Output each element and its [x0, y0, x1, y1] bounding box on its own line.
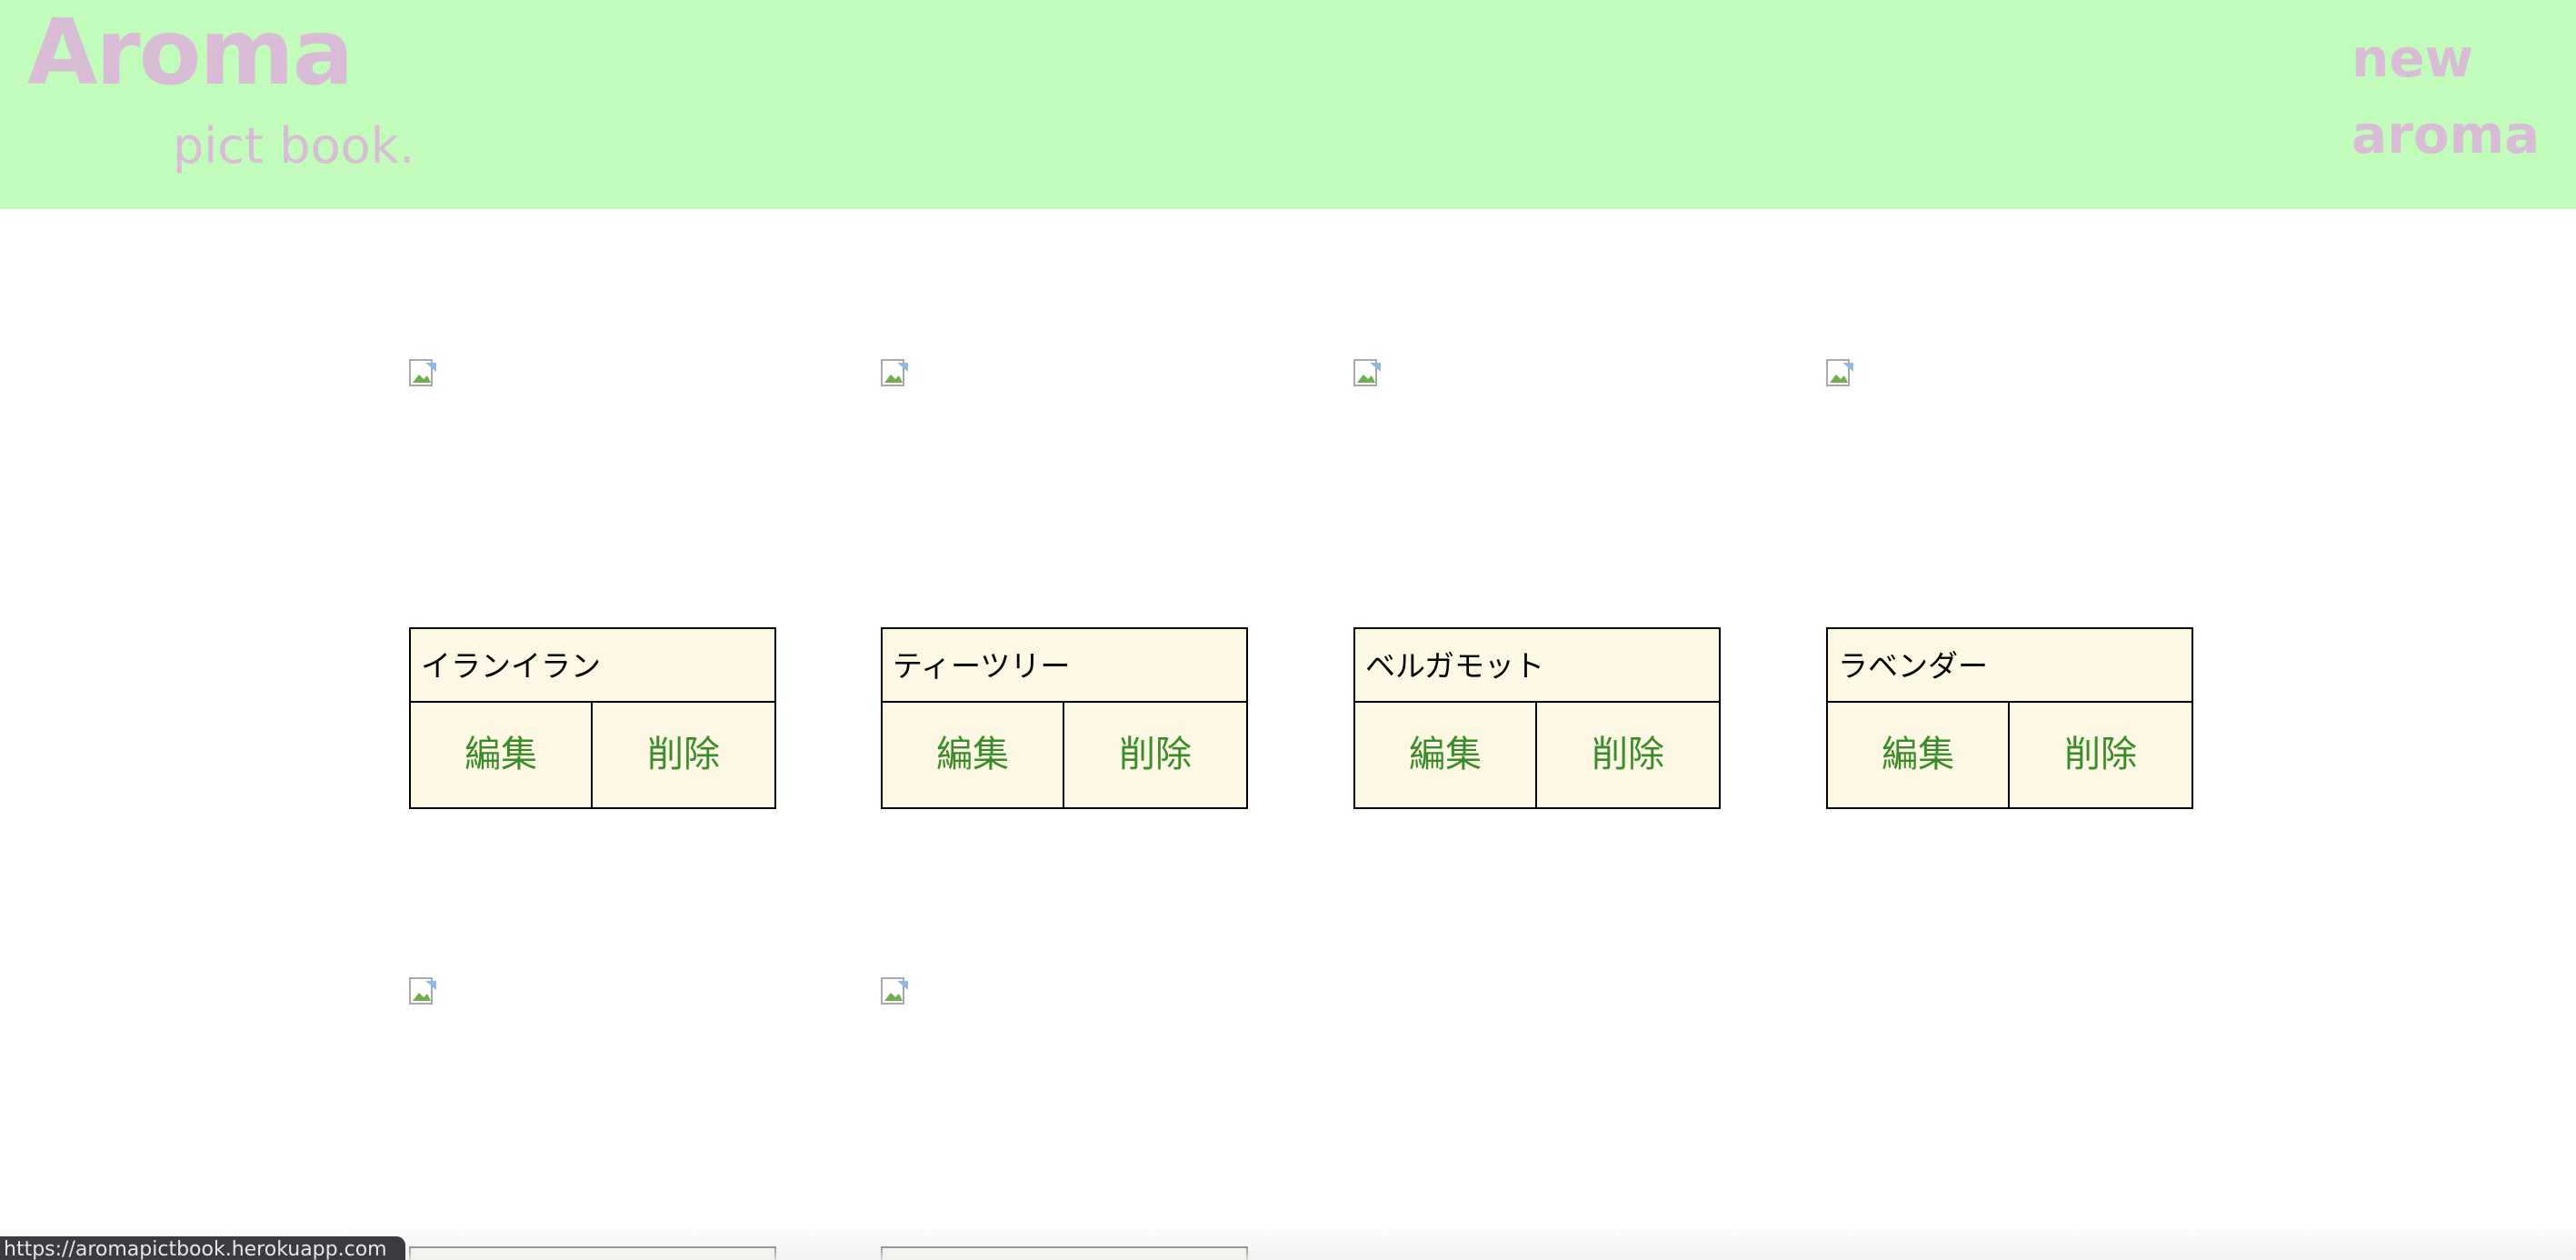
- edit-button[interactable]: 編集: [1828, 703, 2010, 807]
- broken-image-icon[interactable]: [1353, 359, 1383, 388]
- delete-button[interactable]: 削除: [2010, 703, 2192, 807]
- aroma-card: イランイラン 編集 削除: [409, 627, 776, 809]
- site-logo-title[interactable]: Aroma: [27, 0, 354, 105]
- aroma-name: ベルガモット: [1355, 629, 1719, 703]
- broken-image-icon[interactable]: [1826, 359, 1855, 388]
- edit-button[interactable]: 編集: [411, 703, 593, 807]
- edit-button[interactable]: 編集: [1355, 703, 1537, 807]
- status-bar-url: https://aromapictbook.herokuapp.com: [0, 1236, 405, 1260]
- new-aroma-link[interactable]: new aroma: [2351, 20, 2561, 173]
- aroma-name: ティーツリー: [883, 629, 1246, 703]
- broken-image-icon[interactable]: [881, 977, 910, 1006]
- delete-button[interactable]: 削除: [593, 703, 774, 807]
- aroma-name: イランイラン: [411, 629, 774, 703]
- delete-button[interactable]: 削除: [1064, 703, 1246, 807]
- aroma-card: [409, 1246, 776, 1260]
- edit-button[interactable]: 編集: [883, 703, 1064, 807]
- aroma-name: ラベンダー: [1828, 629, 2192, 703]
- broken-image-icon[interactable]: [881, 359, 910, 388]
- aroma-card: [881, 1246, 1248, 1260]
- aroma-card: ラベンダー 編集 削除: [1826, 627, 2193, 809]
- broken-image-icon[interactable]: [409, 977, 438, 1006]
- aroma-card: ティーツリー 編集 削除: [881, 627, 1248, 809]
- aroma-card: ベルガモット 編集 削除: [1353, 627, 1721, 809]
- site-logo-subtitle: pict book.: [173, 117, 415, 175]
- delete-button[interactable]: 削除: [1537, 703, 1719, 807]
- broken-image-icon[interactable]: [409, 359, 438, 388]
- site-header: Aroma pict book. new aroma: [0, 0, 2576, 209]
